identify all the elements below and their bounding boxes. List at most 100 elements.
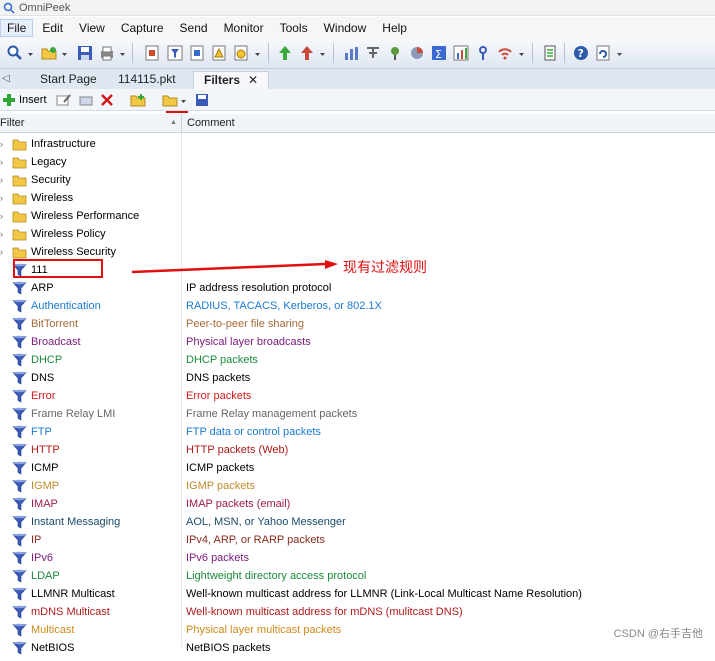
funnel-icon (12, 605, 27, 619)
filter-row[interactable]: DNS DNS packets (0, 369, 715, 387)
folder-row[interactable]: › Wireless (0, 189, 715, 207)
filter-row[interactable]: HTTP HTTP packets (Web) (0, 441, 715, 459)
column-divider[interactable] (181, 114, 182, 132)
search-icon[interactable] (6, 44, 24, 62)
filter-comment: HTTP packets (Web) (186, 444, 289, 456)
filter-row[interactable]: mDNS Multicast Well-known multicast addre… (0, 603, 715, 621)
folder-row[interactable]: › Infrastructure (0, 135, 715, 153)
funnel-icon (12, 569, 27, 583)
filter-row[interactable]: LLMNR Multicast Well-known multicast addr… (0, 585, 715, 603)
filter-row[interactable]: LDAP Lightweight directory access protoco… (0, 567, 715, 585)
chevron-down-icon[interactable] (617, 52, 622, 57)
menu-send[interactable]: Send (173, 19, 215, 37)
menu-help[interactable]: Help (375, 19, 414, 37)
chevron-down-icon[interactable] (28, 52, 33, 57)
tab-start-page[interactable]: Start Page (30, 71, 107, 88)
chevron-down-icon[interactable] (181, 99, 186, 104)
filter-row[interactable]: NetBIOS NetBIOS packets (0, 639, 715, 657)
edit-icon[interactable] (56, 92, 72, 108)
annotation-text: 现有过滤规则 (343, 260, 427, 276)
refresh-icon[interactable] (594, 44, 612, 62)
filter-row[interactable]: Error Error packets (0, 387, 715, 405)
folder-name: Wireless (31, 192, 74, 204)
open-folder-icon[interactable] (40, 44, 58, 62)
export-icon[interactable] (195, 92, 209, 108)
filter-row[interactable]: Authentication RADIUS, TACACS, Kerberos, … (0, 297, 715, 315)
filter-row[interactable]: FTP FTP data or control packets (0, 423, 715, 441)
column-header-filter[interactable]: Filter (0, 114, 24, 132)
filter-name: ICMP (31, 462, 59, 474)
location-icon[interactable] (386, 44, 404, 62)
menu-edit[interactable]: Edit (35, 19, 70, 37)
filter-row[interactable]: DHCP DHCP packets (0, 351, 715, 369)
filter-row[interactable]: Instant Messaging AOL, MSN, or Yahoo Mess… (0, 513, 715, 531)
import-icon[interactable] (162, 92, 178, 108)
column-header-comment[interactable]: Comment (187, 114, 235, 132)
folder-name: Security (31, 174, 71, 186)
menu-window[interactable]: Window (317, 19, 374, 37)
expand-arrow-icon[interactable]: › (0, 189, 9, 207)
filter-row[interactable]: IPv6 IPv6 packets (0, 549, 715, 567)
filter-row[interactable]: Frame Relay LMI Frame Relay management pa… (0, 405, 715, 423)
packet-capture-icon[interactable] (143, 44, 161, 62)
help-icon[interactable]: ? (572, 44, 590, 62)
filter-comment: FTP data or control packets (186, 426, 321, 438)
tab-filters[interactable]: Filters ✕ (193, 71, 270, 89)
folder-row[interactable]: › Wireless Performance (0, 207, 715, 225)
filter-row[interactable]: BitTorrent Peer-to-peer file sharing (0, 315, 715, 333)
chevron-down-icon[interactable] (62, 52, 67, 57)
expand-arrow-icon[interactable]: › (0, 153, 9, 171)
expand-arrow-icon[interactable]: › (0, 243, 9, 261)
toolbar-separator (132, 43, 133, 63)
folder-row[interactable]: › Wireless Policy (0, 225, 715, 243)
tab-scroll-left-icon[interactable]: ◁ (2, 73, 10, 84)
menu-capture[interactable]: Capture (114, 19, 171, 37)
filter-row[interactable]: ARP IP address resolution protocol (0, 279, 715, 297)
save-icon[interactable] (76, 44, 94, 62)
filter-row[interactable]: IP IPv4, ARP, or RARP packets (0, 531, 715, 549)
menu-monitor[interactable]: Monitor (217, 19, 271, 37)
menu-tools[interactable]: Tools (273, 19, 315, 37)
chevron-down-icon[interactable] (255, 52, 260, 57)
filter-funnel-icon[interactable] (166, 44, 184, 62)
expand-arrow-icon[interactable]: › (0, 135, 9, 153)
filter-row[interactable]: IGMP IGMP packets (0, 477, 715, 495)
bar-graph-icon[interactable] (452, 44, 470, 62)
filter-row[interactable]: ICMP ICMP packets (0, 459, 715, 477)
folder-row[interactable]: › Legacy (0, 153, 715, 171)
warning-icon[interactable] (210, 44, 228, 62)
filter-row[interactable]: Multicast Physical layer multicast packet… (0, 621, 715, 639)
menu-view[interactable]: View (72, 19, 112, 37)
sigma-icon[interactable]: Σ (430, 44, 448, 62)
toolbar-separator (532, 43, 533, 63)
chevron-down-icon[interactable] (320, 52, 325, 57)
expand-arrow-icon[interactable]: › (0, 207, 9, 225)
timer-icon[interactable] (232, 44, 250, 62)
layout-icon[interactable] (541, 44, 559, 62)
document-icon[interactable] (188, 44, 206, 62)
network-green-icon[interactable] (276, 44, 294, 62)
folder-icon (12, 245, 27, 259)
stats-icon[interactable] (342, 44, 360, 62)
pie-chart-icon[interactable] (408, 44, 426, 62)
tree-icon[interactable] (364, 44, 382, 62)
close-icon[interactable]: ✕ (248, 73, 258, 87)
folder-row[interactable]: › Security (0, 171, 715, 189)
expand-arrow-icon[interactable]: › (0, 171, 9, 189)
duplicate-icon[interactable] (78, 92, 94, 108)
tab-label: Start Page (40, 72, 97, 86)
wireless-icon[interactable] (496, 44, 514, 62)
delete-icon[interactable] (100, 92, 114, 108)
chevron-down-icon[interactable] (120, 52, 125, 57)
new-folder-icon[interactable] (130, 92, 146, 108)
chevron-down-icon[interactable] (519, 52, 524, 57)
filter-row[interactable]: IMAP IMAP packets (email) (0, 495, 715, 513)
filter-row[interactable]: Broadcast Physical layer broadcasts (0, 333, 715, 351)
network-red-icon[interactable] (298, 44, 316, 62)
tab-114115-pkt[interactable]: 114115.pkt (108, 71, 186, 88)
insert-button[interactable]: Insert (2, 92, 47, 108)
key-icon[interactable] (474, 44, 492, 62)
expand-arrow-icon[interactable]: › (0, 225, 9, 243)
menu-file[interactable]: File (0, 19, 34, 37)
print-icon[interactable] (98, 44, 116, 62)
